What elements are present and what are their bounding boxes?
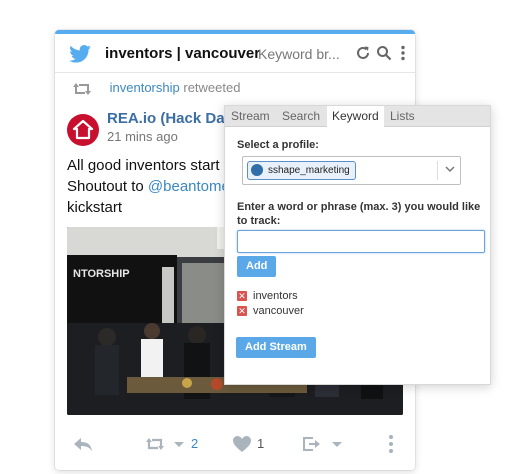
remove-keyword-icon[interactable]: ✕ <box>237 306 247 317</box>
more-icon[interactable] <box>387 434 395 454</box>
keyword-input[interactable] <box>237 230 485 253</box>
selected-profile-chip[interactable]: sshape_marketing <box>247 161 356 180</box>
chevron-down-icon[interactable] <box>331 434 343 454</box>
refresh-icon[interactable] <box>355 45 371 61</box>
chevron-down-icon[interactable] <box>173 434 185 454</box>
profile-label: Select a profile: <box>237 139 319 151</box>
remove-keyword-icon[interactable]: ✕ <box>237 291 247 302</box>
tab-stream[interactable]: Stream <box>226 106 275 126</box>
keyword-text: inventors <box>253 290 298 302</box>
chevron-down-icon[interactable] <box>444 163 456 175</box>
retweeted-label: retweeted <box>183 80 241 95</box>
profile-select[interactable]: sshape_marketing <box>242 156 461 185</box>
stream-type-tabs: Stream Search Keyword Lists <box>225 106 490 127</box>
tweet-author[interactable]: REA.io (Hack Day) <box>107 110 238 127</box>
retweet-attribution: inventorship retweeted <box>73 80 240 100</box>
tweet-timestamp[interactable]: 21 mins ago <box>107 129 178 144</box>
column-title: inventors | vancouver <box>105 45 261 62</box>
tweet-text-fragment: Shoutout to <box>67 178 148 195</box>
keyword-item: ✕ vancouver <box>237 305 304 319</box>
like-count: 1 <box>257 436 265 451</box>
share-icon[interactable] <box>301 434 321 454</box>
tab-lists[interactable]: Lists <box>385 106 420 126</box>
add-keyword-button[interactable]: Add <box>237 256 277 277</box>
add-stream-panel: Stream Search Keyword Lists Select a pro… <box>224 105 491 385</box>
tweet-actions <box>55 430 415 458</box>
add-stream-button[interactable]: Add Stream <box>236 337 316 358</box>
column-header: inventors | vancouver Keyword br... <box>55 34 415 73</box>
keyword-text: vancouver <box>253 305 304 317</box>
tweet-mention[interactable]: @beantome <box>148 178 230 195</box>
reply-icon[interactable] <box>73 434 93 454</box>
twitter-bird-icon <box>69 45 91 63</box>
selected-profile-name: sshape_marketing <box>268 165 350 176</box>
search-icon[interactable] <box>376 45 392 61</box>
banner-text: NTORSHIP <box>73 268 130 280</box>
heart-icon[interactable] <box>232 434 252 454</box>
retweet-action-icon[interactable] <box>145 434 165 454</box>
retweet-icon <box>73 82 91 95</box>
tab-search[interactable]: Search <box>277 106 325 126</box>
select-divider <box>437 161 438 180</box>
track-label: Enter a word or phrase (max. 3) you woul… <box>237 201 481 227</box>
author-avatar[interactable] <box>67 114 99 146</box>
keyword-item: ✕ inventors <box>237 290 298 304</box>
profile-avatar-icon <box>251 164 263 176</box>
retweeter-name[interactable]: inventorship <box>110 80 180 95</box>
tab-keyword[interactable]: Keyword <box>327 106 384 127</box>
column-subtitle: Keyword br... <box>258 46 340 62</box>
retweet-count: 2 <box>191 436 199 451</box>
more-icon[interactable] <box>399 45 407 61</box>
house-logo-icon <box>72 119 94 140</box>
